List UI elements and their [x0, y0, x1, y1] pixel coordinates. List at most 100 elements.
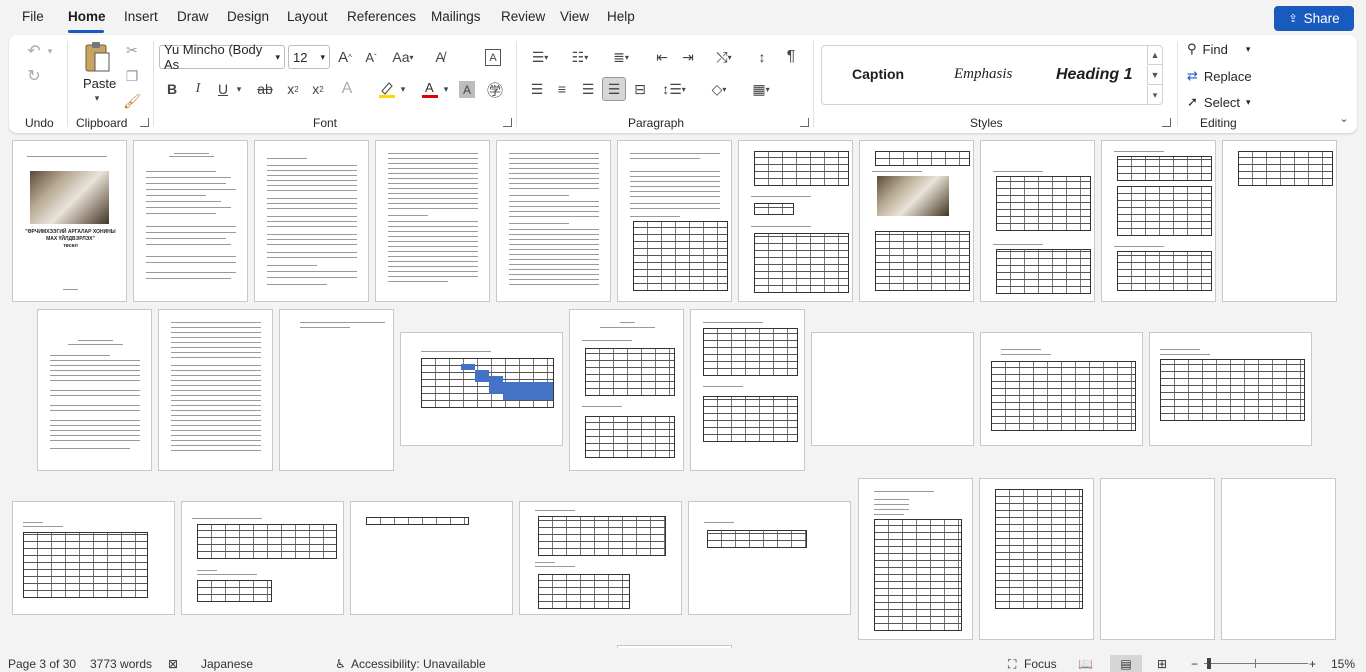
italic-icon[interactable]: I: [189, 78, 207, 100]
borders-icon[interactable]: ▦ ▾: [745, 78, 777, 100]
chevron-up-icon[interactable]: ▲: [1147, 46, 1162, 65]
enclose-characters-icon[interactable]: ㊫: [485, 78, 505, 100]
font-size-box[interactable]: 12 ▾: [288, 45, 330, 69]
page-thumbnail[interactable]: [496, 140, 611, 302]
styles-launcher-icon[interactable]: [1162, 118, 1171, 127]
language[interactable]: Japanese: [201, 657, 253, 671]
page-thumbnail[interactable]: [690, 309, 805, 471]
select-button[interactable]: ➚ Select ▾: [1187, 94, 1251, 110]
shading-icon[interactable]: ◇ ▾: [703, 78, 735, 100]
cut-icon[interactable]: ✂: [122, 40, 142, 60]
text-effects-icon[interactable]: A: [337, 78, 357, 100]
page-thumbnail[interactable]: [519, 501, 682, 615]
share-button[interactable]: ⇪ Share: [1274, 6, 1354, 31]
tab-view[interactable]: View: [560, 9, 589, 24]
line-spacing-icon[interactable]: ↕☰ ▾: [657, 78, 691, 100]
page-thumbnail[interactable]: [37, 309, 152, 471]
page-thumbnail[interactable]: [980, 140, 1095, 302]
style-emphasis[interactable]: Emphasis: [954, 66, 1012, 83]
zoom-in-icon[interactable]: +: [1309, 657, 1316, 671]
page-thumbnail[interactable]: [688, 501, 851, 615]
font-launcher-icon[interactable]: [503, 118, 512, 127]
copy-icon[interactable]: ❐: [122, 66, 142, 86]
page-thumbnail[interactable]: [980, 332, 1143, 446]
page-thumbnail[interactable]: [738, 140, 853, 302]
page-thumbnail[interactable]: [979, 478, 1094, 640]
tab-layout[interactable]: Layout: [287, 9, 328, 24]
page-thumbnail[interactable]: [569, 309, 684, 471]
web-layout-icon[interactable]: ⊞: [1157, 657, 1167, 671]
character-shading-icon[interactable]: A: [459, 81, 475, 98]
page-thumbnail[interactable]: "ӨРЧИМХЭЭГИЙ АРГАЛАР ХОНИНЫ МАХ ҮЙЛДВЭРЛ…: [12, 140, 127, 302]
word-count[interactable]: 3773 words: [90, 657, 152, 671]
character-border-icon[interactable]: A: [485, 49, 501, 66]
page-thumbnail[interactable]: [1101, 140, 1216, 302]
replace-button[interactable]: ⇄ Replace: [1187, 68, 1252, 84]
page-thumbnail[interactable]: [254, 140, 369, 302]
page-thumbnail[interactable]: [400, 332, 563, 446]
align-center-icon[interactable]: ≡: [551, 78, 573, 100]
change-case-icon[interactable]: Aa ▾: [389, 46, 417, 68]
tab-insert[interactable]: Insert: [124, 9, 158, 24]
page-thumbnail[interactable]: [375, 140, 490, 302]
tab-help[interactable]: Help: [607, 9, 635, 24]
page-thumbnail[interactable]: [617, 645, 732, 648]
font-name-box[interactable]: Yu Mincho (Body As ▾: [159, 42, 285, 72]
style-caption[interactable]: Caption: [852, 66, 904, 82]
chevron-down-icon[interactable]: ▼: [1147, 66, 1162, 85]
bold-icon[interactable]: B: [163, 78, 181, 100]
page-thumbnail[interactable]: [1221, 478, 1336, 640]
page-thumbnail[interactable]: [859, 140, 974, 302]
underline-icon[interactable]: U: [214, 78, 232, 100]
align-left-icon[interactable]: ☰: [526, 78, 548, 100]
distributed-icon[interactable]: ⊟: [629, 78, 651, 100]
underline-dropdown-icon[interactable]: ▾: [234, 78, 244, 100]
text-direction-icon[interactable]: ⤭ ▾: [707, 46, 741, 68]
style-heading-1[interactable]: Heading 1: [1056, 66, 1132, 84]
show-formatting-icon[interactable]: ¶: [780, 46, 802, 68]
page-thumbnail[interactable]: [1222, 140, 1337, 302]
collapse-ribbon-icon[interactable]: ⌄: [1337, 111, 1351, 125]
page-thumbnail[interactable]: [279, 309, 394, 471]
paste-dropdown-icon[interactable]: ▾: [92, 93, 102, 103]
page-thumbnail[interactable]: [350, 501, 513, 615]
decrease-indent-icon[interactable]: ⇤: [651, 46, 673, 68]
tab-references[interactable]: References: [347, 9, 416, 24]
sort-icon[interactable]: ↕: [751, 46, 773, 68]
zoom-level[interactable]: 15%: [1331, 657, 1355, 671]
find-button[interactable]: ⚲ Find ▾: [1187, 41, 1250, 57]
tab-file[interactable]: File: [22, 9, 44, 24]
tab-design[interactable]: Design: [227, 9, 269, 24]
multilevel-list-icon[interactable]: ≣ ▾: [605, 46, 637, 68]
paste-label[interactable]: Paste: [83, 76, 116, 91]
more-styles-icon[interactable]: ▾: [1147, 86, 1162, 105]
focus-button[interactable]: Focus: [1024, 657, 1057, 671]
zoom-slider[interactable]: [1204, 663, 1308, 664]
page-thumbnail[interactable]: [12, 501, 175, 615]
tab-mailings[interactable]: Mailings: [431, 9, 481, 24]
page-thumbnail[interactable]: [133, 140, 248, 302]
increase-indent-icon[interactable]: ⇥: [677, 46, 699, 68]
page-thumbnail[interactable]: [858, 478, 973, 640]
clear-formatting-icon[interactable]: A̸: [430, 46, 450, 68]
tab-review[interactable]: Review: [501, 9, 545, 24]
accessibility-status[interactable]: Accessibility: Unavailable: [351, 657, 486, 671]
zoom-slider-thumb[interactable]: [1207, 658, 1211, 669]
page-count[interactable]: Page 3 of 30: [8, 657, 76, 671]
strikethrough-icon[interactable]: ab: [255, 78, 275, 100]
print-layout-icon[interactable]: ▤: [1110, 655, 1142, 672]
shrink-font-icon[interactable]: Aˇ: [361, 46, 381, 68]
superscript-icon[interactable]: x2: [308, 78, 328, 100]
page-thumbnail[interactable]: [181, 501, 344, 615]
subscript-icon[interactable]: x2: [283, 78, 303, 100]
highlight-icon[interactable]: [376, 78, 398, 100]
font-color-icon[interactable]: A: [419, 78, 441, 100]
proofing-icon[interactable]: ⊠: [168, 657, 178, 671]
document-canvas[interactable]: "ӨРЧИМХЭЭГИЙ АРГАЛАР ХОНИНЫ МАХ ҮЙЛДВЭРЛ…: [0, 137, 1366, 648]
read-mode-icon[interactable]: 📖: [1078, 657, 1093, 671]
redo-icon[interactable]: ↻: [23, 65, 45, 87]
page-thumbnail[interactable]: [158, 309, 273, 471]
numbering-icon[interactable]: ☷ ▾: [564, 46, 596, 68]
page-thumbnail[interactable]: [617, 140, 732, 302]
tab-draw[interactable]: Draw: [177, 9, 209, 24]
